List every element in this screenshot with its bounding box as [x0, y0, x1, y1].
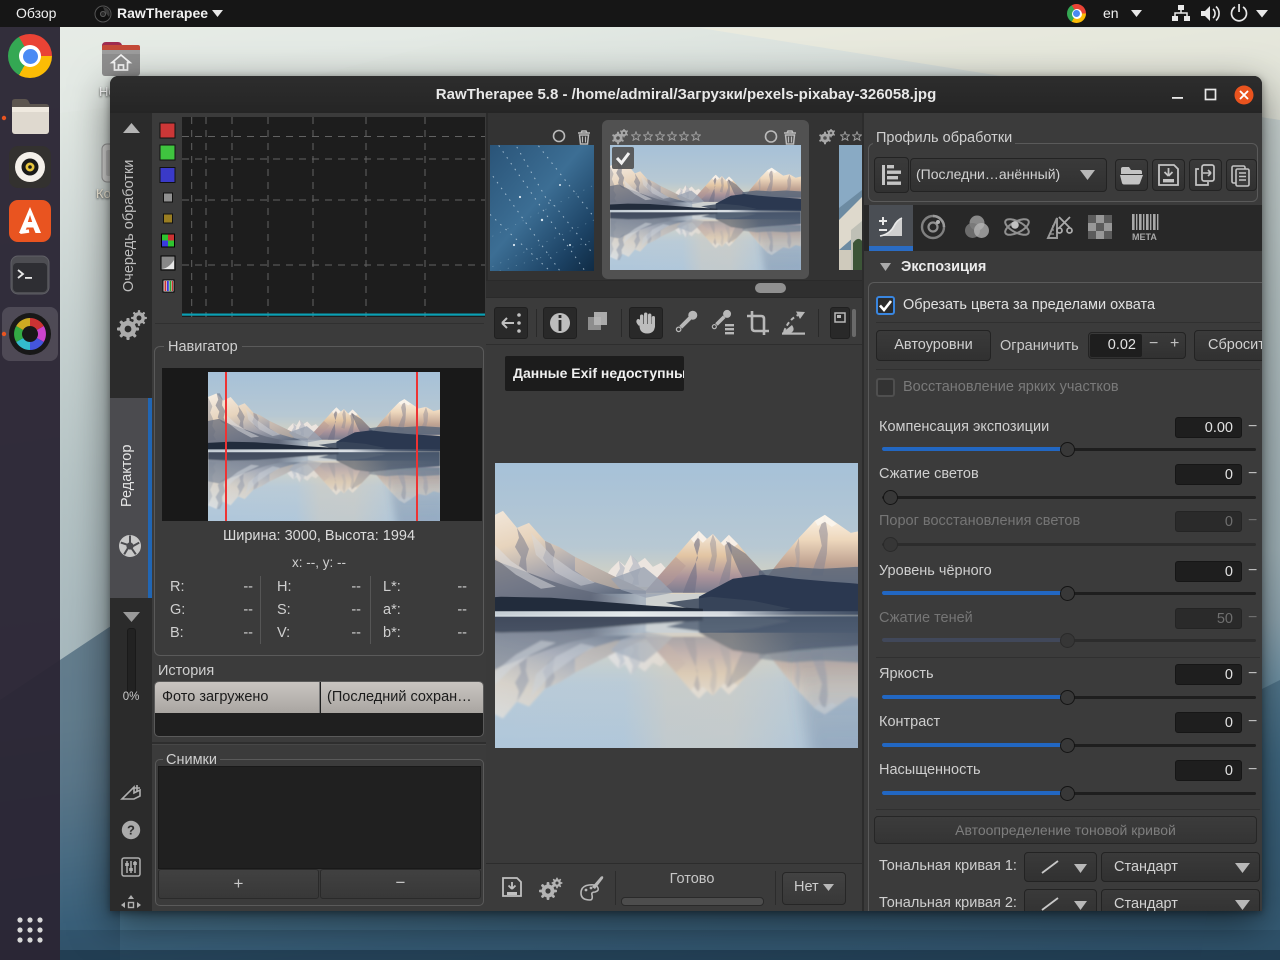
- svg-text:?: ?: [127, 823, 135, 838]
- svg-text:МЕТА: МЕТА: [1132, 232, 1157, 242]
